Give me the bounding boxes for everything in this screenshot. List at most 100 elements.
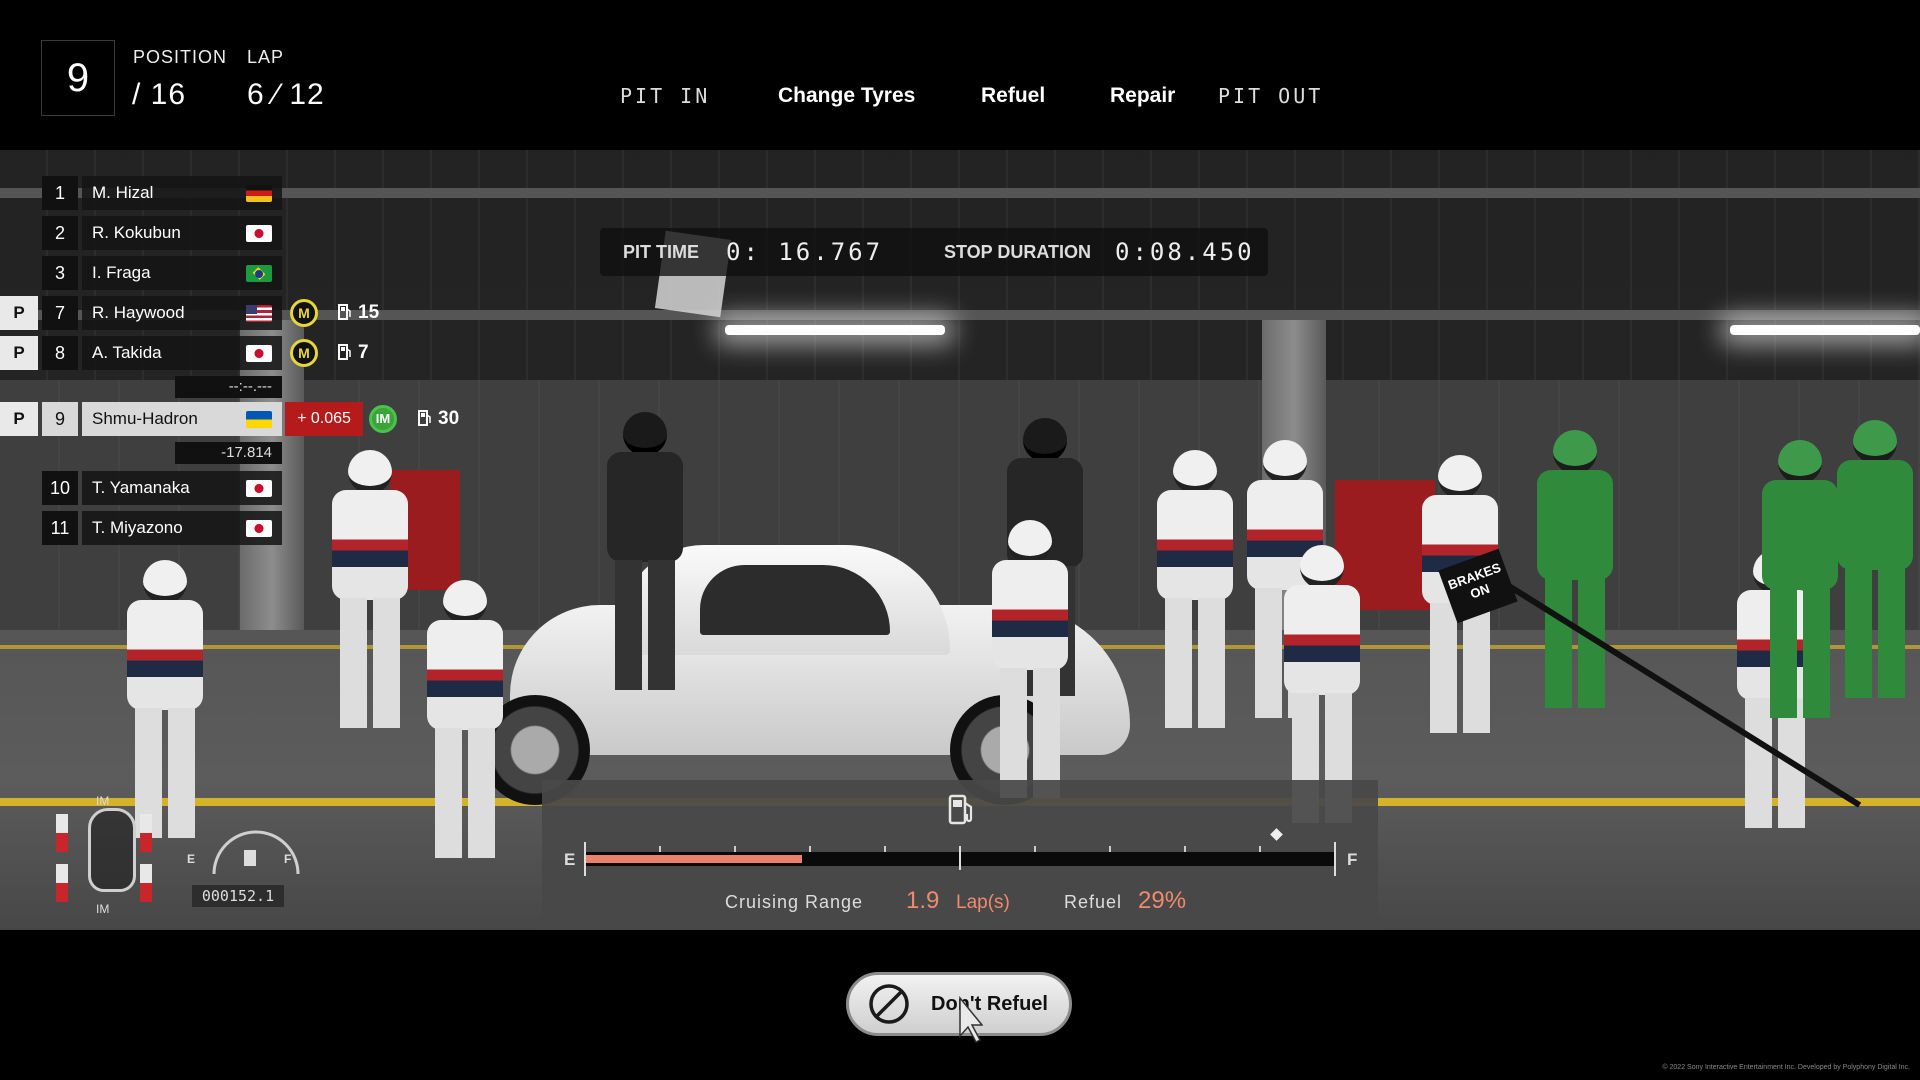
gauge-tick [584,842,586,876]
driver-name: M. Hizal [92,183,154,202]
standings-row: 10 T. Yamanaka [0,471,282,505]
row-position: 11 [42,511,78,545]
pit-indicator: P [0,336,38,370]
tyre-wear-icon [140,814,152,852]
row-position: 1 [42,176,78,210]
gauge-tick [1109,846,1111,852]
standings-row: P 7 R. Haywood [0,296,282,330]
refuel-label: Refuel [1064,892,1123,912]
target-fuel-marker [1269,828,1283,841]
crew-member [410,580,520,900]
ceiling-light [725,325,945,335]
top-hud: 9 POSITION / 16 LAP 6 ⁄ 12 PIT IN Change… [0,0,1920,150]
medium-tyre-icon: M [290,339,318,367]
germany-flag-icon [246,185,272,202]
row-position: 7 [42,296,78,330]
usa-flag-icon [246,305,272,322]
ceiling-light [1730,325,1920,335]
driver-name: T. Miyazono [92,518,183,537]
driver-name: R. Haywood [92,303,185,322]
fuel-count: 7 [338,336,369,370]
cruising-range-unit: Lap(s) [956,892,1010,913]
standings-row: 3 I. Fraga [0,256,282,290]
japan-flag-icon [246,345,272,362]
fuel-level-fill [584,855,803,863]
driver-name: R. Kokubun [92,223,181,242]
fuel-level-bar [584,828,1336,876]
medium-tyre-icon: M [290,299,318,327]
step-refuel: Refuel [981,84,1046,107]
odometer: 000152.1 [192,885,284,907]
step-pit-in: PIT IN [620,84,711,108]
pit-time-value: 0: 16.767 [726,238,884,266]
stop-duration-label: STOP DURATION [944,242,1092,262]
standings-row: P 8 A. Takida [0,336,282,370]
car-outline-icon [88,808,136,892]
pit-time-label: PIT TIME [623,242,699,262]
step-repair: Repair [1110,84,1176,107]
gauge-tick [959,846,961,870]
gauge-tick [734,846,736,852]
step-change-tyres: Change Tyres [778,84,916,107]
fuel-pump-icon [418,410,431,426]
prohibited-icon [869,984,909,1024]
cruising-range-label: Cruising Range [725,892,864,912]
standings-row: 1 M. Hizal [0,176,282,210]
fuel-count: 15 [338,296,379,330]
cruising-range-value: 1.9 [906,887,940,914]
ukraine-flag-icon [246,411,272,428]
refuel-panel: E F Cruising Range 1.9 Lap(s) Refuel 29% [542,780,1378,930]
tyre-wear-icon [140,864,152,902]
gauge-empty-label: E [187,852,196,866]
standings-row-player: P 9 Shmu-Hadron [0,402,282,436]
gauge-tick [884,846,886,852]
row-position: 8 [42,336,78,370]
row-position: 10 [42,471,78,505]
rear-tyre-compound: IM [96,902,110,916]
car-status-widget: IM IM E F 000152.1 [44,794,314,916]
gauge-tick [809,846,811,852]
gap-behind: -17.814 [175,442,282,464]
crew-member [1830,420,1920,700]
row-position: 3 [42,256,78,290]
fuel-pump-icon [948,794,973,825]
gauge-tick [1259,846,1261,852]
gap-ahead: --:--.--- [175,376,282,398]
japan-flag-icon [246,225,272,242]
dont-refuel-label: Don't Refuel [931,992,1048,1015]
row-position: 9 [42,402,78,436]
stop-duration-value: 0:08.450 [1115,238,1255,266]
front-tyre-compound: IM [96,794,110,808]
row-position: 2 [42,216,78,250]
brazil-flag-icon [246,265,272,282]
crew-member [1150,450,1240,740]
driver-name: A. Takida [92,343,162,362]
gauge-tick [1334,842,1336,876]
ceiling-beam [0,310,1920,320]
lap-label: LAP [247,47,285,67]
gauge-tick [1034,846,1036,852]
gap-delta: + 0.065 [285,402,363,436]
standings-row: 11 T. Miyazono [0,511,282,545]
step-pit-out: PIT OUT [1218,84,1324,108]
pit-indicator: P [0,402,38,436]
standings-row: 2 R. Kokubun [0,216,282,250]
refuel-amount-value: 29% [1138,887,1187,914]
driver-name: I. Fraga [92,263,151,282]
pit-indicator: P [0,296,38,330]
crew-member [1530,430,1620,720]
fuel-pump-icon [338,304,351,320]
pointer-cursor-icon [959,996,983,1043]
gauge-empty-label: E [564,850,576,869]
fuel-gauge-icon [212,830,300,875]
japan-flag-icon [246,480,272,497]
japan-flag-icon [246,520,272,537]
pit-steps: PIT IN Change Tyres Refuel Repair PIT OU… [0,84,1920,116]
gauge-tick [1184,846,1186,852]
ceiling-beam [0,188,1920,198]
crew-member [325,450,415,740]
fuel-count: 30 [418,402,459,436]
fuel-pump-icon [338,344,351,360]
gauge-full-label: F [284,852,292,866]
driver-name: Shmu-Hadron [92,409,198,428]
